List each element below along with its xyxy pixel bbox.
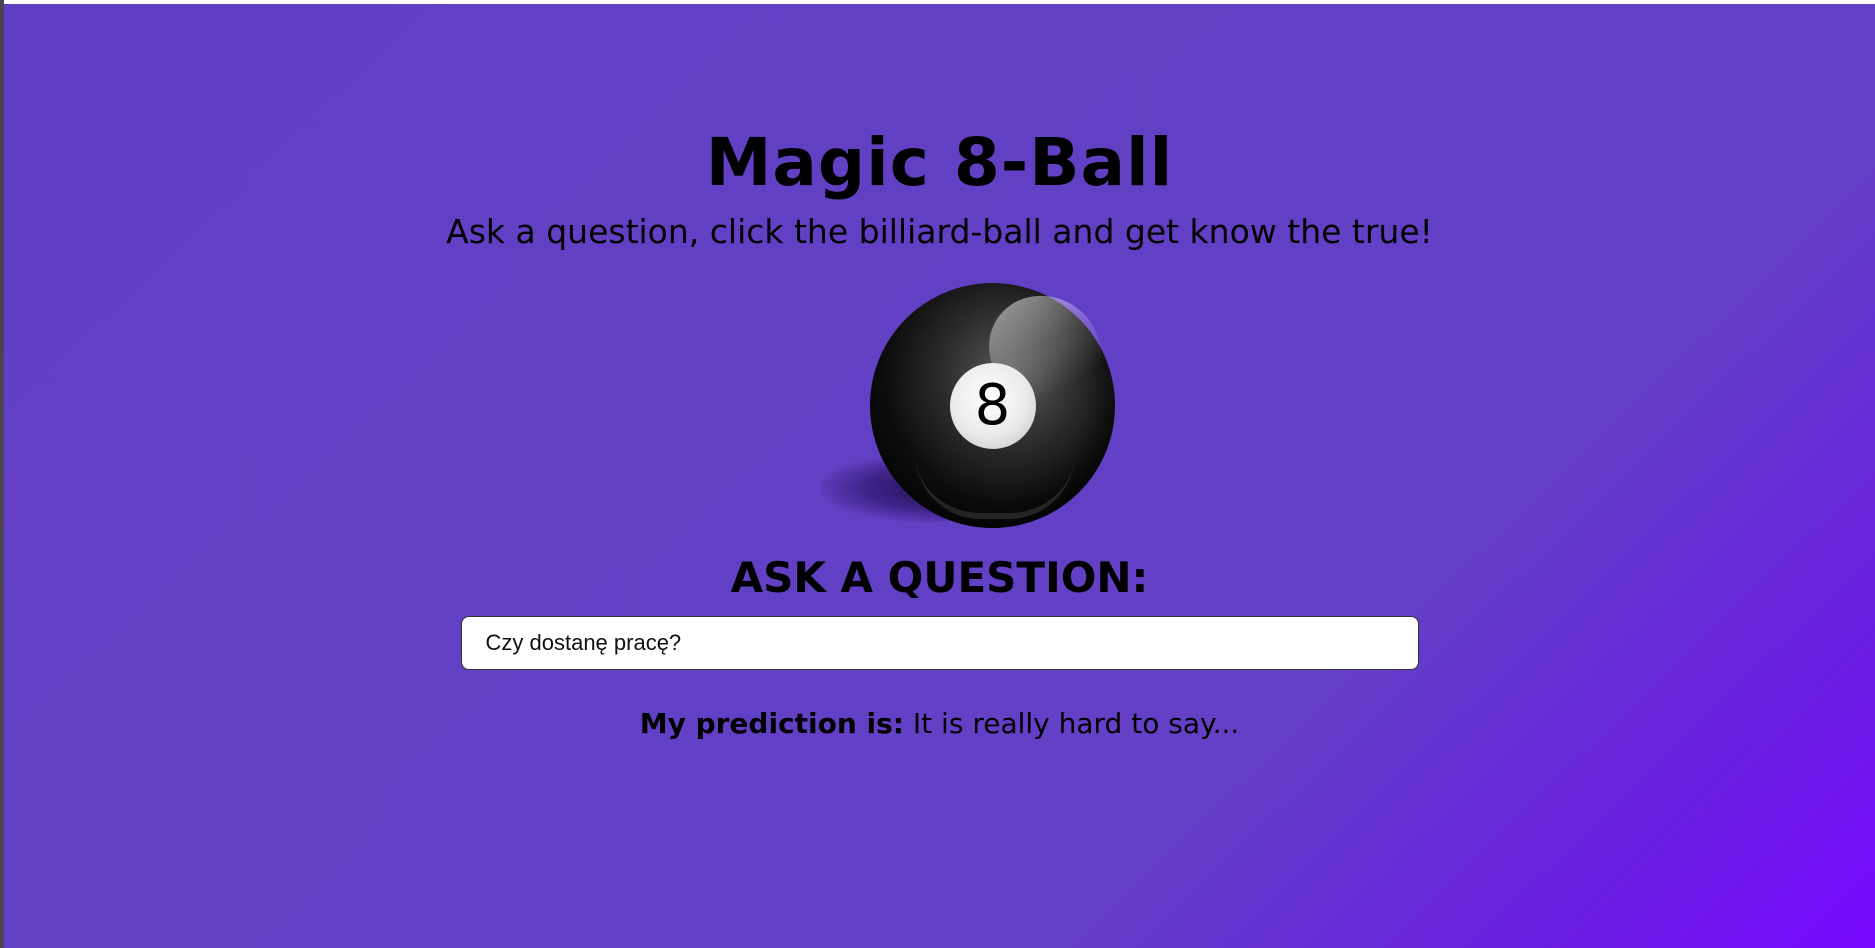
- ball-number-circle: 8: [949, 363, 1036, 449]
- prediction-text: It is really hard to say...: [912, 707, 1240, 740]
- question-label: ASK A QUESTION:: [730, 553, 1149, 602]
- browser-viewport: Magic 8-Ball Ask a question, click the b…: [0, 0, 1875, 948]
- ball-reflection: [914, 453, 1075, 519]
- ball-number: 8: [974, 373, 1011, 438]
- question-input[interactable]: [460, 616, 1419, 670]
- page-subtitle: Ask a question, click the billiard-ball …: [446, 212, 1433, 251]
- prediction-line: My prediction is: It is really hard to s…: [440, 706, 1440, 742]
- billiard-8-ball-button[interactable]: 8: [869, 283, 1115, 528]
- main-container: Magic 8-Ball Ask a question, click the b…: [440, 4, 1440, 742]
- ball-area: 8: [760, 283, 1120, 538]
- page-title: Magic 8-Ball: [705, 124, 1174, 201]
- page-background: Magic 8-Ball Ask a question, click the b…: [4, 4, 1875, 948]
- question-input-row: [440, 616, 1440, 670]
- prediction-label: My prediction is:: [639, 707, 905, 740]
